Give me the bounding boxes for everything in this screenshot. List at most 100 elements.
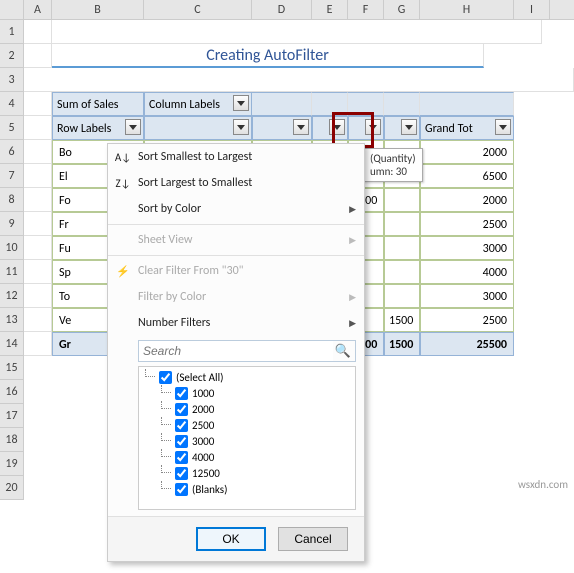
checkbox[interactable] — [175, 467, 188, 480]
filter-checklist[interactable]: (Select All) 1000 2000 2500 3000 4000 12… — [138, 366, 356, 510]
checkbox[interactable] — [175, 435, 188, 448]
check-label: 2000 — [192, 403, 214, 416]
cell-value[interactable]: 3000 — [420, 284, 514, 308]
cell-value[interactable]: 3000 — [420, 236, 514, 260]
row-header[interactable]: 5 — [0, 116, 24, 140]
pivot-col-c[interactable] — [144, 116, 252, 140]
cell-value[interactable]: 1500 — [384, 308, 420, 332]
page-title: Creating AutoFilter — [52, 44, 484, 68]
dropdown-icon[interactable] — [125, 119, 141, 135]
col-header-f[interactable]: F — [348, 0, 384, 19]
clear-filter-icon: ⚡ — [114, 265, 132, 278]
col-header-a[interactable]: A — [24, 0, 52, 19]
row-header[interactable]: 17 — [0, 404, 24, 428]
sort-by-color[interactable]: Sort by Color▶ — [108, 196, 364, 222]
pivot-row-labels[interactable]: Row Labels — [52, 116, 144, 140]
row-header[interactable]: 13 — [0, 308, 24, 332]
row-header[interactable]: 8 — [0, 188, 24, 212]
menu-label: Number Filters — [138, 316, 210, 330]
pivot-col-f[interactable] — [348, 116, 384, 140]
checkbox[interactable] — [175, 387, 188, 400]
cell-value[interactable] — [384, 188, 420, 212]
column-header-row: A B C D E F G H I — [0, 0, 574, 20]
tooltip-line: umn: 30 — [370, 165, 416, 178]
dropdown-icon[interactable] — [233, 95, 249, 111]
row-header[interactable]: 3 — [0, 68, 24, 92]
row-header[interactable]: 18 — [0, 428, 24, 452]
checkbox[interactable] — [175, 451, 188, 464]
sort-descending[interactable]: Z↓Sort Largest to Smallest — [108, 170, 364, 196]
row-header[interactable]: 11 — [0, 260, 24, 284]
col-header-b[interactable]: B — [52, 0, 144, 19]
ok-button[interactable]: OK — [196, 527, 266, 551]
filter-check-item[interactable]: 3000 — [141, 433, 353, 449]
col-header-e[interactable]: E — [312, 0, 348, 19]
pivot-col-d[interactable] — [252, 116, 312, 140]
row-header[interactable]: 6 — [0, 140, 24, 164]
check-label: 4000 — [192, 451, 214, 464]
pivot-col-e[interactable] — [312, 116, 348, 140]
row-header[interactable]: 10 — [0, 236, 24, 260]
checkbox[interactable] — [175, 419, 188, 432]
cell-value[interactable] — [384, 236, 420, 260]
pivot-col-labels[interactable]: Column Labels — [144, 92, 252, 116]
col-header-h[interactable]: H — [420, 0, 514, 19]
cell-value[interactable]: 2500 — [420, 212, 514, 236]
col-header-g[interactable]: G — [384, 0, 420, 19]
filter-search[interactable]: 🔍 — [138, 340, 356, 362]
check-label: (Select All) — [176, 371, 223, 384]
pivot-grand-total-col[interactable]: Grand Tot — [420, 116, 514, 140]
row-header[interactable]: 1 — [0, 20, 24, 44]
cell-total[interactable]: 25500 — [420, 332, 514, 356]
dropdown-icon[interactable] — [233, 119, 249, 135]
row-header[interactable]: 12 — [0, 284, 24, 308]
cell-value[interactable]: 4000 — [420, 260, 514, 284]
filter-check-item[interactable]: 4000 — [141, 449, 353, 465]
check-label: 3000 — [192, 435, 214, 448]
cell-value[interactable] — [384, 284, 420, 308]
cell-value[interactable]: 2500 — [420, 308, 514, 332]
row-header[interactable]: 2 — [0, 44, 24, 68]
row-header[interactable]: 20 — [0, 476, 24, 500]
row-header[interactable]: 7 — [0, 164, 24, 188]
filter-check-item[interactable]: 2500 — [141, 417, 353, 433]
row-header[interactable]: 15 — [0, 356, 24, 380]
tooltip: (Quantity) umn: 30 — [363, 148, 423, 182]
filter-search-input[interactable] — [139, 341, 333, 361]
checkbox[interactable] — [175, 483, 188, 496]
cancel-button[interactable]: Cancel — [278, 527, 348, 551]
filter-check-item[interactable]: (Blanks) — [141, 481, 353, 497]
number-filters[interactable]: Number Filters▶ — [108, 310, 364, 336]
row-header[interactable]: 16 — [0, 380, 24, 404]
dropdown-icon[interactable] — [365, 119, 381, 135]
col-header-i[interactable]: I — [514, 0, 550, 19]
dropdown-icon[interactable] — [293, 119, 309, 135]
filter-check-item[interactable]: 1000 — [141, 385, 353, 401]
filter-check-item[interactable]: (Select All) — [141, 369, 353, 385]
filter-check-item[interactable]: 2000 — [141, 401, 353, 417]
col-header-d[interactable]: D — [252, 0, 312, 19]
dropdown-icon[interactable] — [495, 119, 511, 135]
checkbox[interactable] — [175, 403, 188, 416]
row-header[interactable]: 4 — [0, 92, 24, 116]
dropdown-icon[interactable] — [401, 119, 417, 135]
row-header[interactable]: 19 — [0, 452, 24, 476]
sort-ascending[interactable]: A↓Sort Smallest to Largest — [108, 144, 364, 170]
row-header[interactable]: 9 — [0, 212, 24, 236]
pivot-col-g[interactable] — [384, 116, 420, 140]
select-all-corner[interactable] — [0, 0, 24, 19]
cell-value[interactable]: 6500 — [420, 164, 514, 188]
autofilter-menu: A↓Sort Smallest to Largest Z↓Sort Larges… — [107, 143, 365, 562]
cell-value[interactable] — [384, 212, 420, 236]
cell-value[interactable]: 2000 — [420, 188, 514, 212]
cell-value[interactable] — [384, 260, 420, 284]
cell-value[interactable]: 2000 — [420, 140, 514, 164]
cell-total[interactable]: 1500 — [384, 332, 420, 356]
checkbox[interactable] — [159, 371, 172, 384]
watermark: wsxdn.com — [518, 478, 568, 491]
dropdown-icon[interactable] — [329, 119, 345, 135]
row-header[interactable]: 14 — [0, 332, 24, 356]
col-header-c[interactable]: C — [144, 0, 252, 19]
filter-check-item[interactable]: 12500 — [141, 465, 353, 481]
submenu-arrow-icon: ▶ — [349, 204, 356, 215]
